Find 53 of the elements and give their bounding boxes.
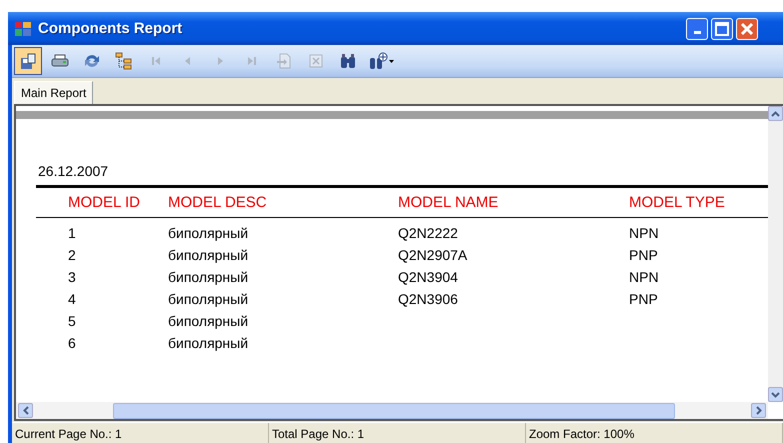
- table-cell-text: PNP: [629, 246, 659, 265]
- report-tab[interactable]: Main Report: [14, 81, 94, 104]
- page-arrow-icon: [275, 52, 293, 70]
- maximize-button[interactable]: [711, 18, 733, 40]
- scroll-left-icon: [22, 406, 28, 415]
- table-cell-text: биполярный: [168, 268, 250, 287]
- app-icon: [14, 20, 32, 38]
- maximize-icon: [715, 22, 729, 36]
- table-cell-text: PNP: [629, 290, 659, 309]
- table-cell-text: биполярный: [168, 224, 250, 243]
- table-cell-text: биполярный: [168, 334, 250, 353]
- save-icon: [19, 52, 37, 70]
- scroll-down-icon: [771, 392, 780, 398]
- scroll-right-icon: [756, 406, 762, 415]
- first-page-icon: [150, 55, 162, 67]
- table-cell-text: Q2N3904: [398, 268, 459, 287]
- table-cell-text: Q2N2222: [398, 224, 459, 243]
- window-title: Components Report: [38, 20, 182, 37]
- binoculars-zoom-icon: [369, 52, 395, 70]
- last-page-icon: [246, 55, 258, 67]
- table-cell-text: Q2N2907A: [398, 246, 468, 265]
- status-text: Total Page No.: 1: [269, 423, 526, 443]
- table-cell-text: 3: [68, 268, 77, 287]
- binoculars-icon: [339, 52, 357, 70]
- table-cell-text: 6: [68, 334, 77, 353]
- refresh-icon: [83, 52, 101, 70]
- stop-icon: [309, 54, 323, 68]
- column-header: MODEL ID: [68, 193, 141, 213]
- export-button[interactable]: [14, 47, 42, 75]
- scroll-up-icon: [771, 110, 780, 116]
- table-cell-text: биполярный: [168, 246, 250, 265]
- minimize-icon: [694, 31, 700, 34]
- table-cell-text: биполярный: [168, 290, 250, 309]
- table-cell-text: Q2N3906: [398, 290, 459, 309]
- vertical-scrollbar[interactable]: [768, 106, 783, 402]
- table-cell-text: NPN: [629, 224, 660, 243]
- tree-icon: [115, 52, 133, 70]
- column-header: MODEL NAME: [398, 193, 500, 213]
- table-cell-text: 2: [68, 246, 77, 265]
- status-text: Current Page No.: 1: [12, 423, 269, 443]
- table-cell-text: 1: [68, 224, 77, 243]
- close-icon: [740, 22, 754, 36]
- column-header: MODEL TYPE: [629, 193, 726, 213]
- table-cell-text: 4: [68, 290, 77, 309]
- close-button[interactable]: [736, 18, 758, 40]
- horizontal-scrollbar[interactable]: [16, 402, 768, 419]
- column-header: MODEL DESC: [168, 193, 268, 213]
- table-cell-text: 5: [68, 312, 77, 331]
- status-text: Zoom Factor: 100%: [526, 423, 783, 443]
- report-date: 26.12.2007: [38, 163, 110, 179]
- table-cell-text: биполярный: [168, 312, 250, 331]
- minimize-button[interactable]: [686, 18, 708, 40]
- table-cell-text: NPN: [629, 268, 660, 287]
